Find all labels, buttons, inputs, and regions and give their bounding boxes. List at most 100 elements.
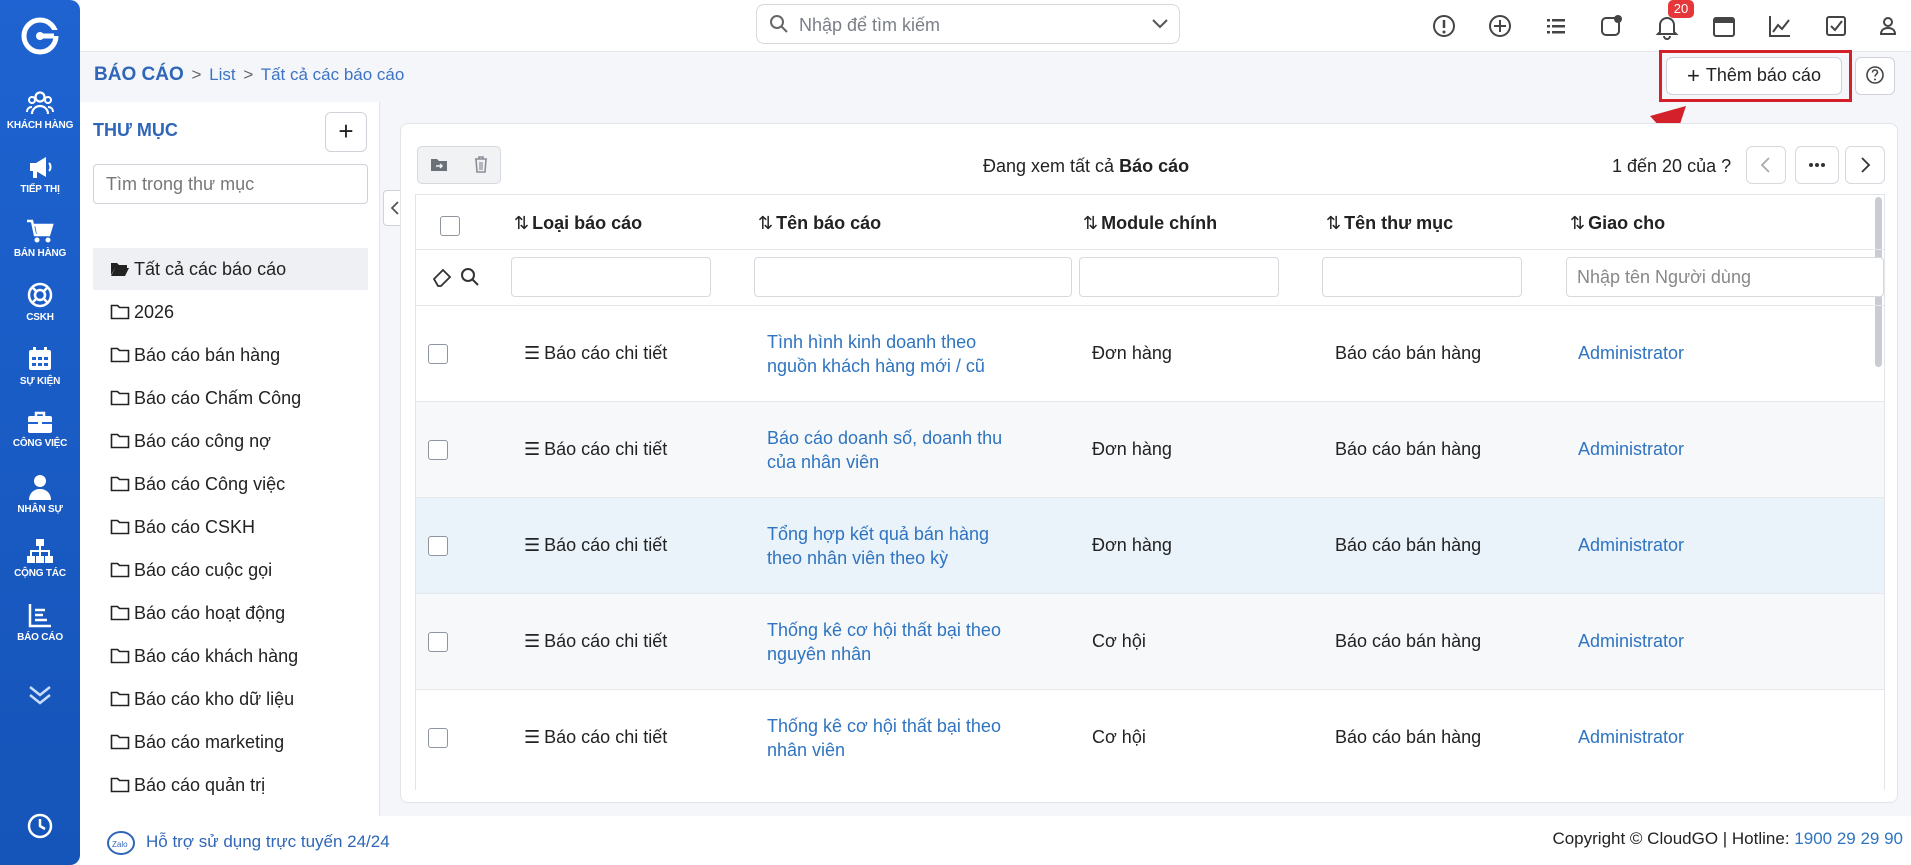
hotline-link[interactable]: 1900 29 29 90 [1794,829,1903,848]
zalo-icon[interactable]: Zalo [106,830,136,856]
assignee-link[interactable]: Administrator [1578,535,1684,556]
nav-item-events[interactable]: SỰ KIỆN [0,346,80,387]
nav-item-sales[interactable]: BÁN HÀNG [0,218,80,259]
line-chart-icon[interactable] [1766,12,1794,40]
folder-item[interactable]: Báo cáo khách hàng [93,635,368,677]
folder-item[interactable]: Báo cáo kho dữ liệu [93,678,368,720]
table-row[interactable]: ☰ Báo cáo chi tiết Báo cáo doanh số, doanh… [416,401,1884,497]
eraser-icon[interactable] [430,265,454,289]
support-link[interactable]: Hỗ trợ sử dụng trực tuyến 24/24 [146,832,390,852]
expand-more-icon[interactable] [26,684,54,706]
add-folder-button[interactable]: + [325,112,367,152]
folder-item[interactable]: Báo cáo Công việc [93,463,368,505]
pager-text[interactable]: 1 đến 20 của ? [1612,156,1731,177]
folder-item-label: Tất cả các báo cáo [134,259,287,279]
row-checkbox[interactable] [428,536,448,556]
report-name-link[interactable]: Tổng hợp kết quả bán hàng theo nhân viên… [767,522,1007,570]
svg-text:Zalo: Zalo [112,840,128,849]
table-row[interactable]: ☰ Báo cáo chi tiết Thống kê cơ hội thất bạ… [416,689,1884,785]
chevron-down-icon[interactable] [1151,17,1169,31]
folder-item[interactable]: Báo cáo Chấm Công [93,377,368,419]
assignee-link[interactable]: Administrator [1578,343,1684,364]
folder-icon [110,476,130,492]
assignee-link[interactable]: Administrator [1578,631,1684,652]
briefcase-icon [28,411,52,433]
assignee-filter-input[interactable] [1566,257,1884,297]
nav-item-label: CỘNG TÁC [14,568,66,579]
megaphone-icon [30,157,52,178]
move-to-folder-button[interactable] [418,147,460,183]
folder-item-label: Báo cáo khách hàng [134,646,299,666]
breadcrumb-current[interactable]: Tất cả các báo cáo [261,65,405,84]
name-filter-input[interactable] [754,257,1072,297]
row-checkbox[interactable] [428,728,448,748]
task-check-icon[interactable] [1822,12,1850,40]
more-actions-button[interactable] [1795,146,1839,184]
folder-item[interactable]: Báo cáo CSKH [93,506,368,548]
column-header-folder[interactable]: ⇅ Tên thư mục [1326,213,1453,234]
global-search-input[interactable] [799,13,1129,37]
calendar-icon[interactable] [1710,12,1738,40]
row-checkbox[interactable] [428,632,448,652]
copyright-text: Copyright © CloudGO | Hotline: [1552,829,1795,848]
folder-item[interactable]: Tất cả các báo cáo [93,248,368,290]
folder-item[interactable]: Báo cáo hoạt động [93,592,368,634]
prev-page-button[interactable] [1746,146,1786,184]
module-filter-input[interactable] [1079,257,1279,297]
folder-item[interactable]: Báo cáo quản trị [93,764,368,806]
column-header-label: Module chính [1101,213,1218,233]
add-circle-icon[interactable] [1486,12,1514,40]
breadcrumb-root[interactable]: BÁO CÁO [94,64,184,85]
folder-item-label: Báo cáo hoạt động [134,603,286,623]
report-name-link[interactable]: Tình hình kinh doanh theo nguồn khách hà… [767,330,1007,378]
folder-icon [110,390,130,406]
select-all-checkbox[interactable] [440,216,460,236]
row-checkbox[interactable] [428,344,448,364]
column-header-name[interactable]: ⇅ Tên báo cáo [758,213,881,234]
history-clock-icon[interactable] [26,812,54,840]
report-name-link[interactable]: Thống kê cơ hội thất bại theo nhân viên [767,714,1007,762]
nav-item-reports[interactable]: BÁO CÁO [0,602,80,643]
report-name-link[interactable]: Thống kê cơ hội thất bại theo nguyên nhâ… [767,618,1007,666]
folder-item-label: Báo cáo công nợ [134,431,271,451]
cart-icon [27,219,54,243]
search-icon[interactable] [458,265,482,289]
column-header-type[interactable]: ⇅ Loại báo cáo [514,213,642,234]
module-cell: Đơn hàng [1092,535,1172,555]
next-page-button[interactable] [1845,146,1885,184]
breadcrumb-list[interactable]: List [209,65,235,84]
folder-search-input[interactable] [93,164,368,204]
help-button[interactable] [1855,57,1895,95]
report-type-label: Báo cáo chi tiết [544,631,668,651]
nav-item-tasks[interactable]: CÔNG VIỆC [0,410,80,449]
cloudgo-logo-icon[interactable] [20,16,60,56]
column-header-module[interactable]: ⇅ Module chính [1083,213,1217,234]
list-icon[interactable] [1542,12,1570,40]
assignee-link[interactable]: Administrator [1578,727,1684,748]
folder-item[interactable]: 2026 [93,291,368,333]
type-filter-input[interactable] [511,257,711,297]
nav-item-collab[interactable]: CỘNG TÁC [0,538,80,579]
row-checkbox[interactable] [428,440,448,460]
table-row[interactable]: ☰ Báo cáo chi tiết Tổng hợp kết quả bán hà… [416,497,1884,593]
assignee-link[interactable]: Administrator [1578,439,1684,460]
folder-item[interactable]: Báo cáo công nợ [93,420,368,462]
folder-item[interactable]: Báo cáo cuộc gọi [93,549,368,591]
table-row[interactable]: ☰ Báo cáo chi tiết Tình hình kinh doanh th… [416,305,1884,401]
nav-item-cskh[interactable]: CSKH [0,282,80,323]
notes-icon[interactable] [1597,12,1625,40]
folder-item[interactable]: Báo cáo bán hàng [93,334,368,376]
alert-circle-icon[interactable] [1430,12,1458,40]
nav-item-hr[interactable]: NHÂN SỰ [0,474,80,515]
folder-item[interactable]: Báo cáo marketing [93,721,368,763]
table-row[interactable]: ☰ Báo cáo chi tiết Thống kê cơ hội thất bạ… [416,593,1884,689]
report-name-link[interactable]: Báo cáo doanh số, doanh thu của nhân viê… [767,426,1007,474]
global-search[interactable] [756,4,1180,44]
delete-button[interactable] [460,147,502,183]
column-header-assignee[interactable]: ⇅ Giao cho [1570,213,1665,234]
folder-filter-input[interactable] [1322,257,1522,297]
breadcrumb-separator: > [191,65,202,84]
user-icon[interactable] [1874,12,1902,40]
nav-item-marketing[interactable]: TIẾP THỊ [0,154,80,195]
nav-item-customers[interactable]: KHÁCH HÀNG [0,90,80,131]
